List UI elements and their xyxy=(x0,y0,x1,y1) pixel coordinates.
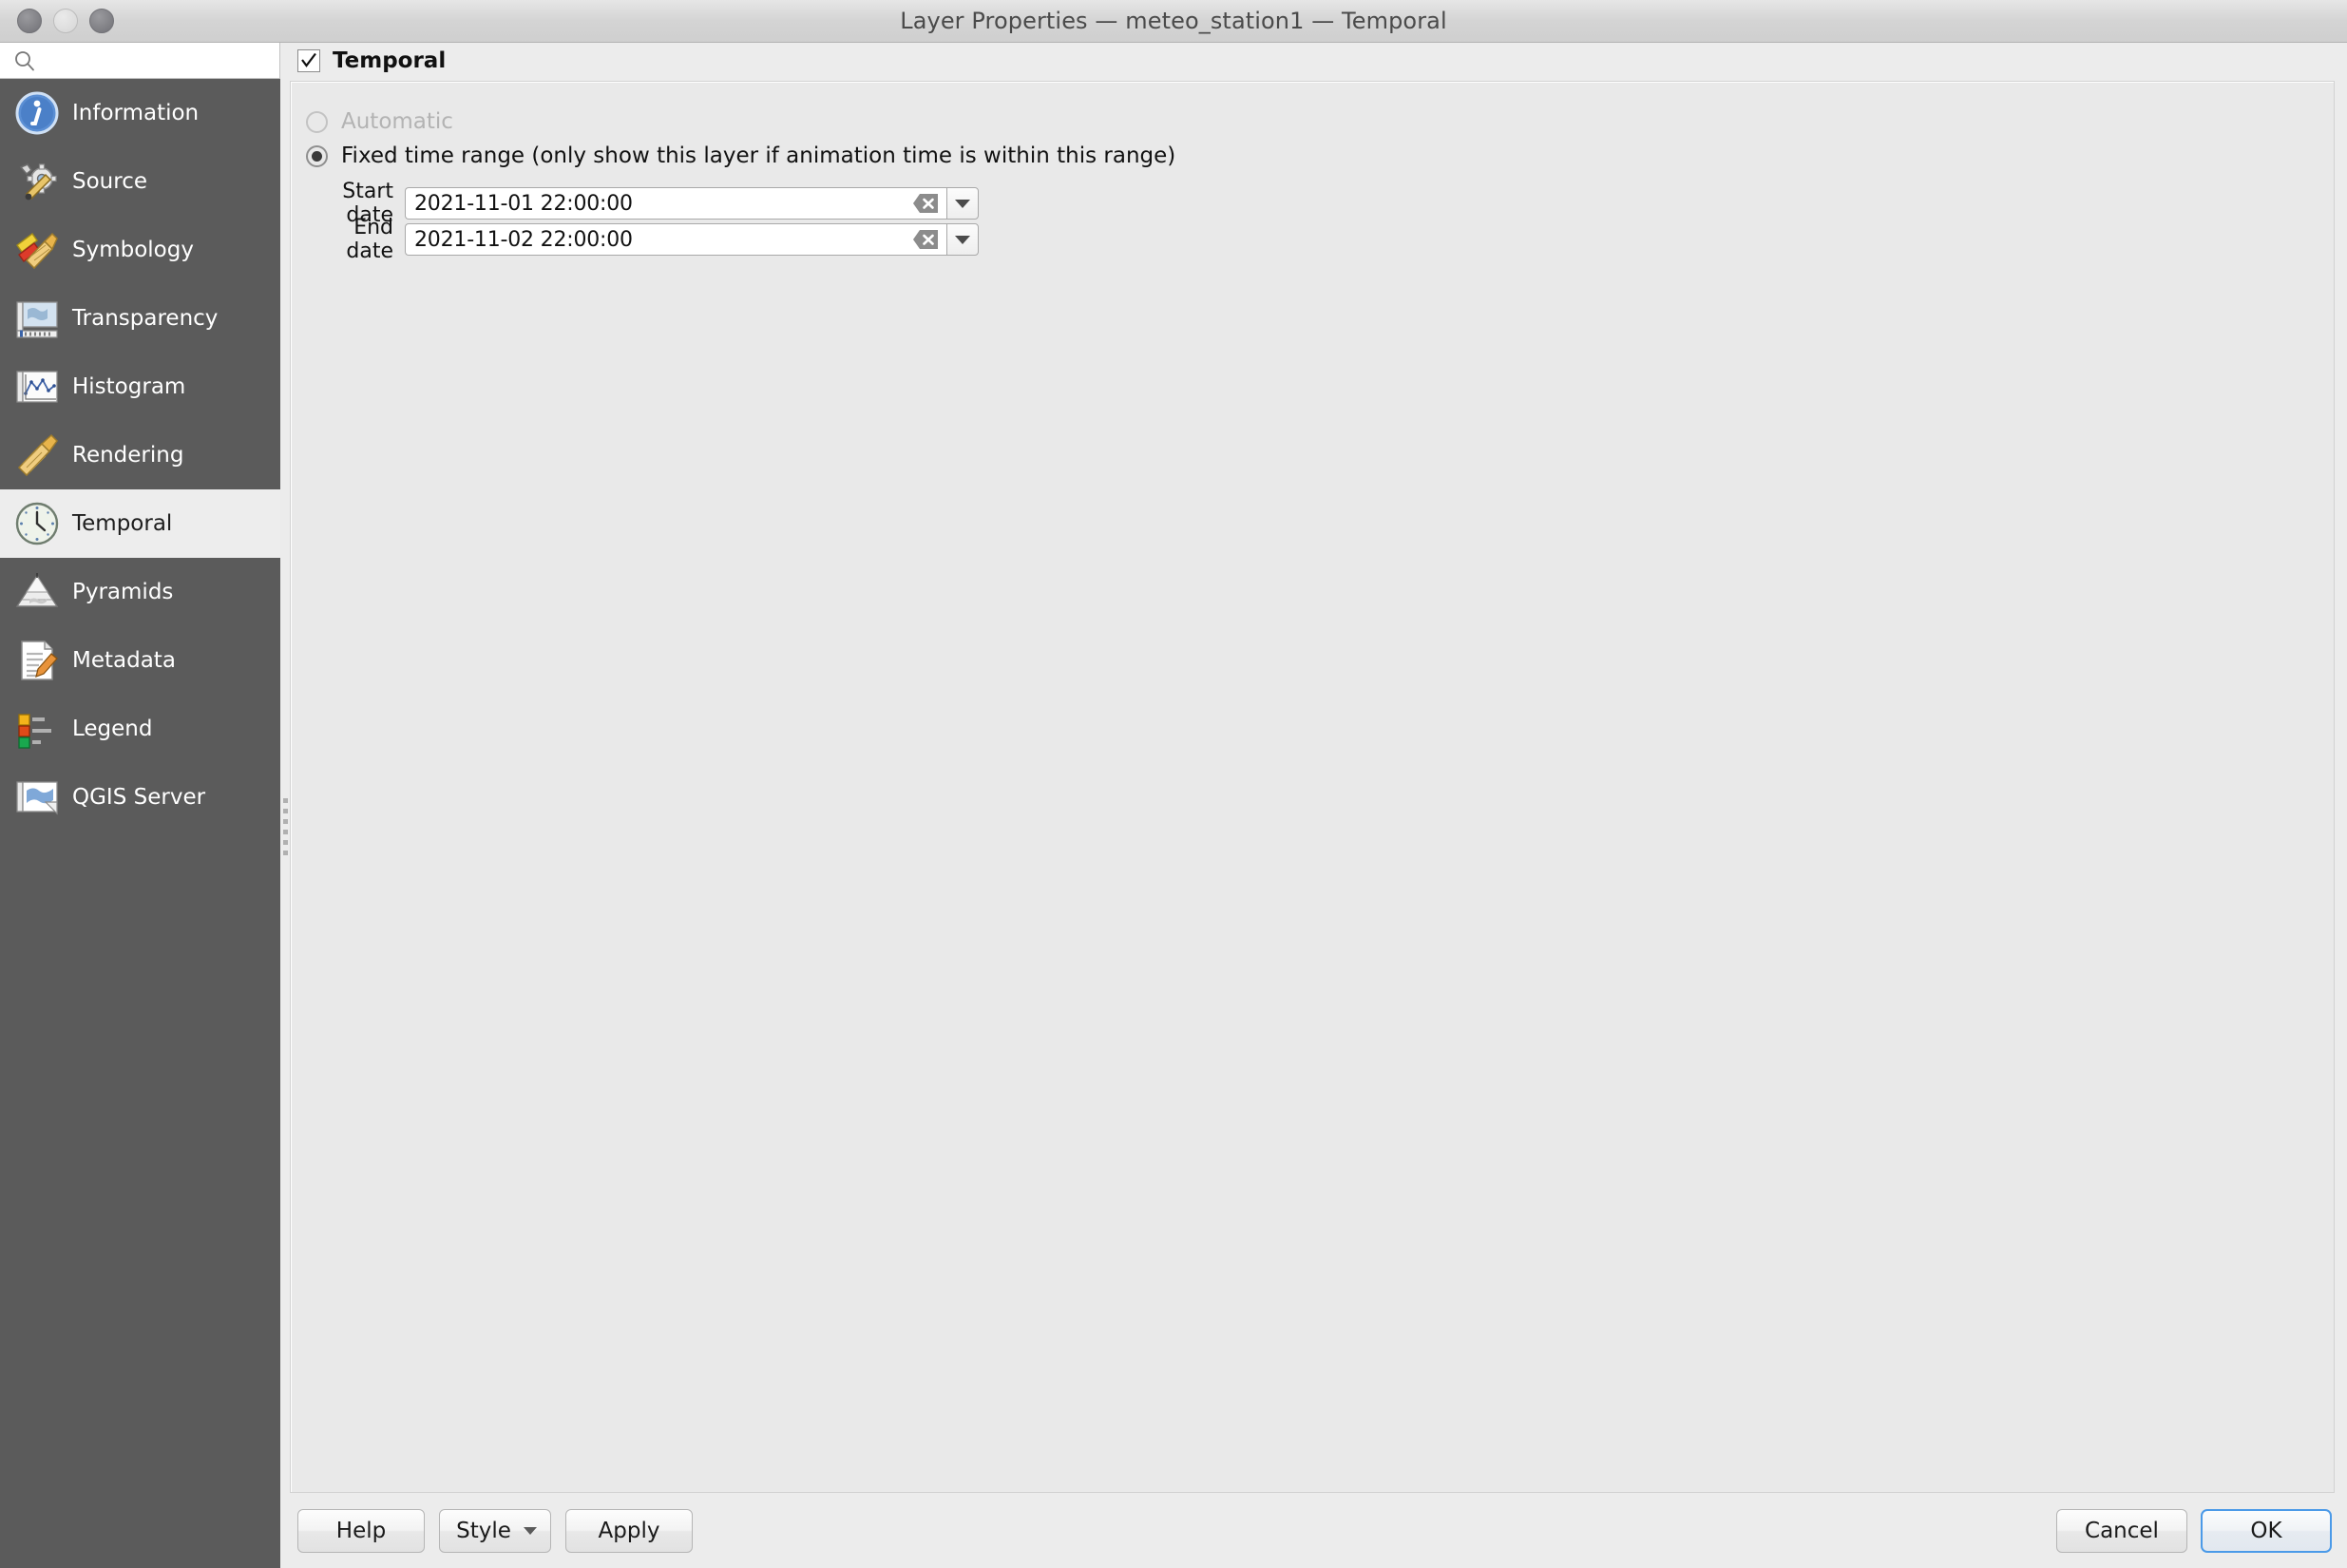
temporal-clock-icon xyxy=(13,500,61,547)
end-date-dropdown-button[interactable] xyxy=(946,223,979,256)
histogram-icon xyxy=(13,363,61,411)
chevron-down-icon xyxy=(524,1526,537,1535)
start-date-dropdown-button[interactable] xyxy=(946,187,979,220)
rendering-icon xyxy=(13,431,61,479)
mode-option-label: Fixed time range (only show this layer i… xyxy=(341,143,1176,168)
sidebar-search[interactable] xyxy=(0,43,280,79)
end-date-row: End date 2021-11-02 22:00:00 xyxy=(306,216,979,263)
end-date-datetime-edit[interactable]: 2021-11-02 22:00:00 xyxy=(405,223,979,256)
ok-button[interactable]: OK xyxy=(2201,1508,2332,1553)
sidebar-item-rendering[interactable]: Rendering xyxy=(0,421,280,489)
start-date-input[interactable]: 2021-11-01 22:00:00 xyxy=(405,187,946,220)
sidebar-item-histogram[interactable]: Histogram xyxy=(0,353,280,421)
mode-option-fixed-time-range[interactable]: Fixed time range (only show this layer i… xyxy=(306,143,1175,168)
apply-button[interactable]: Apply xyxy=(565,1508,693,1553)
sidebar-item-label: Legend xyxy=(72,717,153,741)
end-date-input[interactable]: 2021-11-02 22:00:00 xyxy=(405,223,946,256)
sidebar-item-label: Source xyxy=(72,169,147,194)
sidebar-item-temporal[interactable]: Temporal xyxy=(0,489,280,558)
style-button-label: Style xyxy=(456,1518,511,1543)
dialog-button-bar: Help Style Apply Cancel OK xyxy=(290,1493,2347,1568)
sidebar-item-source[interactable]: Source xyxy=(0,147,280,216)
search-input[interactable] xyxy=(44,46,253,75)
sidebar-item-qgis-server[interactable]: QGIS Server xyxy=(0,763,280,832)
qgis-server-icon xyxy=(13,774,61,821)
pyramids-icon xyxy=(13,568,61,616)
splitter-grip[interactable] xyxy=(281,798,289,855)
sidebar-nav: Information Source Symbology Transparenc… xyxy=(0,79,280,832)
help-button[interactable]: Help xyxy=(297,1508,425,1553)
sidebar-item-pyramids[interactable]: Pyramids xyxy=(0,558,280,626)
chevron-down-icon xyxy=(955,199,970,208)
sidebar-splitter[interactable] xyxy=(280,43,290,1568)
cancel-button[interactable]: Cancel xyxy=(2056,1508,2187,1553)
chevron-down-icon xyxy=(955,235,970,244)
transparency-icon xyxy=(13,295,61,342)
temporal-enable-row[interactable]: Temporal xyxy=(290,43,2347,79)
sidebar-item-label: Pyramids xyxy=(72,580,174,604)
temporal-enabled-checkbox[interactable] xyxy=(297,49,320,72)
dialog-confirm-buttons: Cancel OK xyxy=(2056,1508,2332,1553)
start-date-datetime-edit[interactable]: 2021-11-01 22:00:00 xyxy=(405,187,979,220)
clear-icon[interactable] xyxy=(912,229,939,250)
sidebar: Information Source Symbology Transparenc… xyxy=(0,43,280,1568)
search-icon xyxy=(13,49,36,72)
title-bar: Layer Properties — meteo_station1 — Temp… xyxy=(0,0,2347,43)
sidebar-item-label: QGIS Server xyxy=(72,785,206,810)
sidebar-item-label: Symbology xyxy=(72,238,194,262)
radio-automatic xyxy=(306,110,328,133)
temporal-settings-group: Automatic Fixed time range (only show th… xyxy=(290,81,2335,1493)
end-date-label: End date xyxy=(346,216,393,263)
sidebar-item-transparency[interactable]: Transparency xyxy=(0,284,280,353)
window-title: Layer Properties — meteo_station1 — Temp… xyxy=(900,8,1447,34)
content-area: Temporal Automatic Fixed time range (onl… xyxy=(290,43,2347,1568)
information-icon xyxy=(13,89,61,137)
end-date-value: 2021-11-02 22:00:00 xyxy=(414,227,633,252)
symbology-icon xyxy=(13,226,61,274)
sidebar-item-label: Transparency xyxy=(72,306,219,331)
start-date-value: 2021-11-01 22:00:00 xyxy=(414,191,633,216)
sidebar-item-label: Rendering xyxy=(72,443,184,468)
radio-fixed-time-range[interactable] xyxy=(306,144,328,167)
mode-option-automatic: Automatic xyxy=(306,109,453,134)
sidebar-item-legend[interactable]: Legend xyxy=(0,695,280,763)
sidebar-item-label: Histogram xyxy=(72,374,186,399)
sidebar-item-metadata[interactable]: Metadata xyxy=(0,626,280,695)
sidebar-item-symbology[interactable]: Symbology xyxy=(0,216,280,284)
sidebar-item-label: Information xyxy=(72,101,200,125)
check-icon xyxy=(301,52,316,67)
style-button[interactable]: Style xyxy=(439,1508,551,1553)
mode-option-label: Automatic xyxy=(341,109,453,134)
sidebar-item-label: Metadata xyxy=(72,648,176,673)
panel-title: Temporal xyxy=(333,48,447,73)
clear-icon[interactable] xyxy=(912,193,939,214)
metadata-icon xyxy=(13,637,61,684)
source-icon xyxy=(13,158,61,205)
legend-icon xyxy=(13,705,61,753)
sidebar-item-label: Temporal xyxy=(72,511,173,536)
sidebar-item-information[interactable]: Information xyxy=(0,79,280,147)
